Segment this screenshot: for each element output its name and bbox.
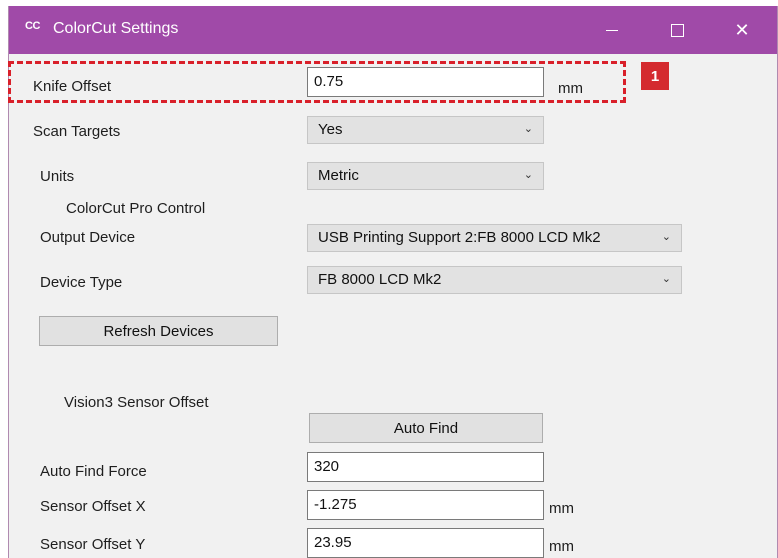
sensor-offset-y-unit: mm [549, 538, 574, 555]
minimize-icon [606, 29, 618, 31]
auto-find-force-input[interactable]: 320 [307, 452, 544, 482]
knife-offset-input[interactable]: 0.75 [307, 67, 544, 97]
device-type-label: Device Type [40, 274, 123, 291]
app-logo: CC [25, 20, 40, 32]
sensor-offset-y-label: Sensor Offset Y [40, 536, 146, 553]
sensor-offset-x-label: Sensor Offset X [40, 498, 146, 515]
units-label: Units [40, 168, 75, 185]
close-button[interactable]: ✕ [719, 6, 765, 54]
units-value: Metric [318, 167, 359, 184]
auto-find-button[interactable]: Auto Find [309, 413, 543, 443]
device-type-select[interactable]: FB 8000 LCD Mk2 ⌄ [307, 266, 682, 294]
refresh-devices-button[interactable]: Refresh Devices [39, 316, 278, 346]
maximize-icon [670, 23, 684, 37]
device-type-value: FB 8000 LCD Mk2 [318, 271, 442, 288]
maximize-button[interactable] [654, 6, 700, 54]
knife-offset-label: Knife Offset [33, 78, 112, 95]
sensor-offset-y-input[interactable]: 23.95 [307, 528, 544, 558]
scan-targets-value: Yes [318, 121, 343, 138]
output-device-value: USB Printing Support 2:FB 8000 LCD Mk2 [318, 229, 601, 246]
auto-find-force-label: Auto Find Force [40, 463, 147, 480]
output-device-label: Output Device [40, 229, 136, 246]
units-select[interactable]: Metric ⌄ [307, 162, 544, 190]
close-icon: ✕ [734, 19, 750, 40]
scan-targets-select[interactable]: Yes ⌄ [307, 116, 544, 144]
minimize-button[interactable] [589, 6, 635, 54]
sensor-offset-x-unit: mm [549, 500, 574, 517]
scan-targets-label: Scan Targets [33, 123, 121, 140]
chevron-down-icon: ⌄ [661, 231, 671, 243]
callout-badge: 1 [641, 62, 669, 90]
chevron-down-icon: ⌄ [523, 169, 533, 181]
knife-offset-unit: mm [558, 80, 583, 97]
window-title: ColorCut Settings [53, 20, 179, 37]
chevron-down-icon: ⌄ [523, 123, 533, 135]
pro-control-heading: ColorCut Pro Control [66, 200, 206, 217]
vision3-heading: Vision3 Sensor Offset [64, 394, 209, 411]
output-device-select[interactable]: USB Printing Support 2:FB 8000 LCD Mk2 ⌄ [307, 224, 682, 252]
chevron-down-icon: ⌄ [661, 273, 671, 285]
title-bar[interactable]: CC ColorCut Settings ✕ [9, 6, 777, 54]
sensor-offset-x-input[interactable]: -1.275 [307, 490, 544, 520]
